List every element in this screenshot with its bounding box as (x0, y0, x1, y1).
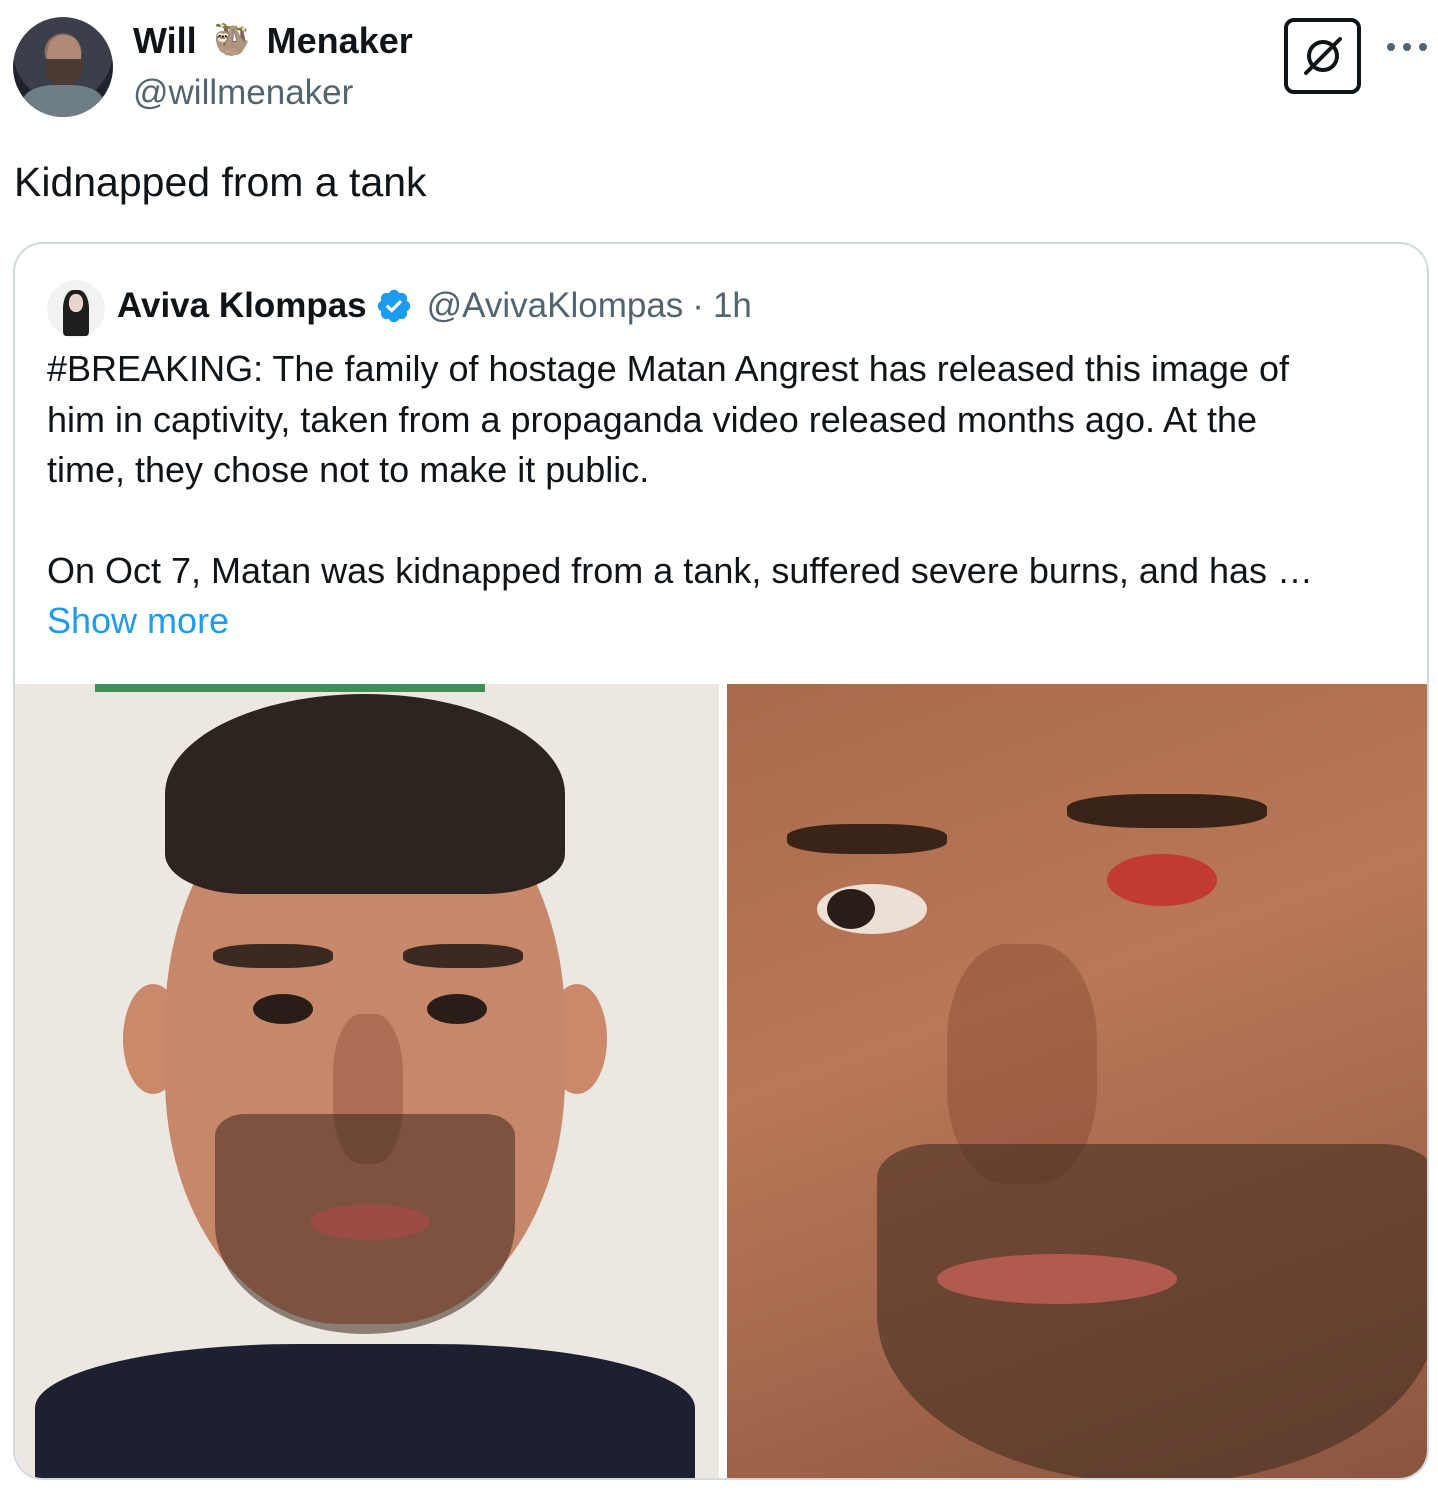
quoted-tweet-header: Aviva Klompas @AvivaKlompas · 1h (117, 280, 752, 332)
quoted-text-line: him in captivity, taken from a propagand… (47, 398, 1258, 440)
photo-mouth (310, 1204, 430, 1240)
author-name[interactable]: Will 🦥 Menaker (133, 18, 413, 64)
photo-eye (253, 994, 313, 1024)
quoted-tweet-card[interactable]: Aviva Klompas @AvivaKlompas · 1h #BREAKI… (13, 242, 1429, 1480)
verified-badge-icon (375, 287, 413, 325)
photo-brow (1067, 794, 1267, 828)
quoted-avatar-face (69, 294, 83, 312)
quoted-author-avatar[interactable] (47, 280, 105, 338)
header-separator: · (692, 286, 704, 325)
media-photo-right[interactable] (727, 684, 1427, 1478)
tweet-text: Kidnapped from a tank (14, 159, 427, 205)
photo-brow (787, 824, 947, 854)
quoted-text-line: #BREAKING: The family of hostage Matan A… (47, 348, 1289, 389)
wall-banner (95, 684, 485, 692)
more-options-button[interactable] (1382, 30, 1432, 70)
photo-eye (827, 889, 875, 929)
author-last-name: Menaker (266, 20, 413, 61)
avatar-shirt (23, 85, 103, 117)
photo-hair (165, 694, 565, 894)
photo-mouth (937, 1254, 1177, 1304)
quoted-text-line: On Oct 7, Matan was kidnapped from a tan… (47, 549, 1314, 591)
author-avatar[interactable] (13, 17, 113, 117)
author-handle[interactable]: @willmenaker (133, 70, 353, 116)
quoted-text-line: time, they chose not to make it public. (47, 449, 650, 490)
quoted-media-grid (15, 684, 1427, 1478)
more-options-icon (1387, 43, 1427, 51)
photo-eye (427, 994, 487, 1024)
quoted-tweet-text: #BREAKING: The family of hostage Matan A… (47, 344, 1407, 647)
sloth-emoji-icon: 🦥 (212, 24, 251, 57)
quoted-author-name[interactable]: Aviva Klompas (117, 286, 367, 326)
photo-beard (877, 1144, 1427, 1478)
show-more-link[interactable]: Show more (47, 596, 1407, 647)
photo-brow (213, 944, 333, 968)
quoted-timestamp[interactable]: 1h (713, 286, 752, 326)
avatar-beard (46, 59, 82, 85)
grok-icon (1303, 37, 1342, 75)
photo-shirt (35, 1344, 695, 1478)
photo-brow (403, 944, 523, 968)
quoted-author-handle[interactable]: @AvivaKlompas (427, 286, 684, 326)
photo-eye-red (1107, 854, 1217, 906)
media-photo-left[interactable] (15, 684, 719, 1478)
author-first-name: Will (133, 20, 197, 61)
grok-button[interactable] (1284, 18, 1361, 94)
